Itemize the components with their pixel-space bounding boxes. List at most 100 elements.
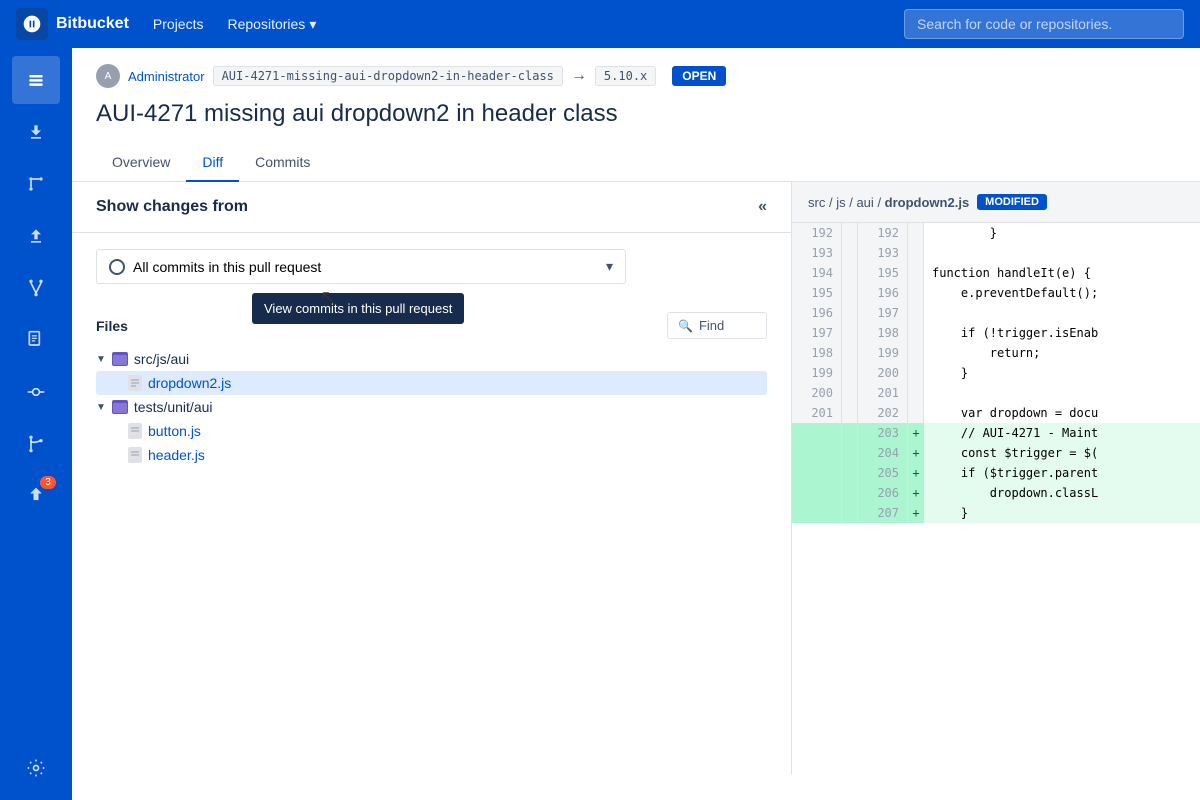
diff-line-content: e.preventDefault(); — [924, 283, 1200, 303]
pr-header: A Administrator AUI-4271-missing-aui-dro… — [72, 48, 1200, 182]
deploy-badge: 3 — [40, 476, 56, 489]
file-dropdown2-js[interactable]: dropdown2.js — [96, 371, 767, 395]
sidebar-item-home[interactable] — [12, 56, 60, 104]
diff-line: 192 192 } — [792, 223, 1200, 243]
diff-line-content — [924, 243, 1200, 263]
file-name-dropdown2-js: dropdown2.js — [148, 375, 231, 391]
diff-line-content: // AUI-4271 - Maint — [924, 423, 1200, 443]
projects-link[interactable]: Projects — [153, 16, 204, 32]
diff-line-content: dropdown.classL — [924, 483, 1200, 503]
sidebar-item-push[interactable] — [12, 212, 60, 260]
file-header-js[interactable]: header.js — [96, 443, 767, 467]
sidebar-item-branches[interactable] — [12, 420, 60, 468]
files-section: Files 🔍 Find ▼ — [72, 300, 791, 483]
diff-line: 196 197 — [792, 303, 1200, 323]
added-plus-icon: + — [908, 443, 924, 463]
logo-text: Bitbucket — [56, 15, 129, 33]
right-panel: src / js / aui / dropdown2.js MODIFIED 1… — [792, 182, 1200, 774]
folder-name-tests-unit-aui: tests/unit/aui — [134, 399, 213, 415]
diff-line-added: 207 + } — [792, 503, 1200, 523]
diff-line-content — [924, 303, 1200, 323]
commit-dot-icon — [109, 259, 125, 275]
sidebar-item-snippets[interactable] — [12, 316, 60, 364]
sidebar-item-fork[interactable] — [12, 264, 60, 312]
avatar: A — [96, 64, 120, 88]
left-line-num: 192 — [792, 223, 842, 243]
diff-line: 200 201 — [792, 383, 1200, 403]
diff-line-content: } — [924, 363, 1200, 383]
diff-line-added: 205 + if ($trigger.parent — [792, 463, 1200, 483]
diff-line-added: 206 + dropdown.classL — [792, 483, 1200, 503]
added-plus-icon: + — [908, 463, 924, 483]
logo[interactable]: Bitbucket — [16, 8, 129, 40]
added-plus-icon: + — [908, 423, 924, 443]
tab-commits[interactable]: Commits — [239, 144, 326, 182]
sidebar-item-download[interactable] — [12, 108, 60, 156]
top-navigation: Bitbucket Projects Repositories ▾ — [0, 0, 1200, 48]
folder-icon — [112, 352, 128, 366]
pr-tabs: Overview Diff Commits — [96, 144, 1176, 181]
commits-dropdown-container: All commits in this pull request ▾ ↖ Vie… — [72, 233, 791, 300]
added-plus-icon: + — [908, 503, 924, 523]
pr-author[interactable]: Administrator — [128, 69, 205, 84]
sidebar-item-commits[interactable] — [12, 368, 60, 416]
diff-file-path: src / js / aui / dropdown2.js — [808, 195, 969, 210]
files-title: Files — [96, 318, 128, 334]
cursor-icon: ↖ — [320, 285, 337, 310]
diff-line-added: 204 + const $trigger = $( — [792, 443, 1200, 463]
branch-arrow-icon: → — [571, 67, 587, 85]
search-icon: 🔍 — [678, 319, 693, 333]
diff-line: 194 195 function handleIt(e) { — [792, 263, 1200, 283]
find-input[interactable]: 🔍 Find — [667, 312, 767, 339]
diff-line-content: } — [924, 223, 1200, 243]
diff-line-content: if (!trigger.isEnab — [924, 323, 1200, 343]
repositories-link[interactable]: Repositories ▾ — [227, 16, 316, 33]
diff-line: 198 199 return; — [792, 343, 1200, 363]
breadcrumb: A Administrator AUI-4271-missing-aui-dro… — [96, 64, 1176, 88]
tab-diff[interactable]: Diff — [186, 144, 239, 182]
sidebar-item-deploy[interactable]: 3 — [12, 472, 60, 520]
folder-icon-2 — [112, 400, 128, 414]
added-plus-icon: + — [908, 483, 924, 503]
find-label: Find — [699, 318, 724, 333]
file-tree: ▼ src/js/aui — [96, 347, 767, 467]
diff-file-name: dropdown2.js — [885, 195, 970, 210]
diff-line-content: var dropdown = docu — [924, 403, 1200, 423]
search-input[interactable] — [904, 9, 1184, 39]
file-icon-2 — [128, 423, 142, 439]
sidebar-item-settings[interactable] — [12, 744, 60, 792]
file-icon — [128, 375, 142, 391]
right-line-num: 192 — [858, 223, 908, 243]
collapse-button[interactable]: « — [758, 198, 767, 216]
folder-tests-unit-aui[interactable]: ▼ tests/unit/aui — [96, 395, 767, 419]
file-button-js[interactable]: button.js — [96, 419, 767, 443]
diff-line: 195 196 e.preventDefault(); — [792, 283, 1200, 303]
tooltip: View commits in this pull request — [252, 293, 464, 324]
pr-status-badge[interactable]: OPEN — [672, 66, 726, 86]
diff-line: 199 200 } — [792, 363, 1200, 383]
folder-arrow-icon-2: ▼ — [96, 402, 106, 413]
pr-title: AUI-4271 missing aui dropdown2 in header… — [96, 100, 1176, 128]
logo-icon — [16, 8, 48, 40]
dropdown-chevron-icon: ▾ — [606, 258, 613, 275]
sidebar-item-source[interactable] — [12, 160, 60, 208]
folder-name-src-js-aui: src/js/aui — [134, 351, 189, 367]
diff-file-status: MODIFIED — [977, 194, 1047, 210]
diff-line-content: const $trigger = $( — [924, 443, 1200, 463]
commits-dropdown[interactable]: All commits in this pull request ▾ — [96, 249, 626, 284]
file-icon-3 — [128, 447, 142, 463]
diff-line-content — [924, 383, 1200, 403]
tab-overview[interactable]: Overview — [96, 144, 186, 182]
diff-line: 193 193 — [792, 243, 1200, 263]
diff-file-header: src / js / aui / dropdown2.js MODIFIED — [792, 182, 1200, 223]
diff-line: 201 202 var dropdown = docu — [792, 403, 1200, 423]
file-name-header-js: header.js — [148, 447, 205, 463]
folder-arrow-icon: ▼ — [96, 354, 106, 365]
diff-line-content: if ($trigger.parent — [924, 463, 1200, 483]
target-branch[interactable]: 5.10.x — [595, 66, 656, 86]
folder-src-js-aui[interactable]: ▼ src/js/aui — [96, 347, 767, 371]
source-branch[interactable]: AUI-4271-missing-aui-dropdown2-in-header… — [213, 66, 563, 86]
show-changes-title: Show changes from — [96, 198, 248, 216]
left-panel-header: Show changes from « — [72, 182, 791, 233]
diff-line-content: function handleIt(e) { — [924, 263, 1200, 283]
